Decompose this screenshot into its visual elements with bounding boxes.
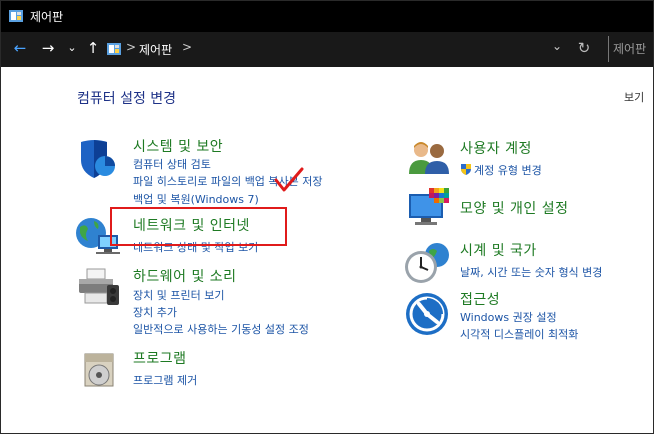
link-change-account-type[interactable]: 계정 유형 변경 [474,162,542,178]
category-clock-region[interactable]: 시계 및 국가 [460,240,537,260]
category-hardware-sound[interactable]: 하드웨어 및 소리 [133,266,237,286]
back-button[interactable]: ← [11,38,29,58]
monitor-palette-icon[interactable] [407,188,451,228]
link-devices-printers[interactable]: 장치 및 프린터 보기 [133,287,224,303]
refresh-button[interactable]: ↻ [574,39,594,59]
up-button[interactable]: ↑ [85,38,101,58]
control-panel-icon [9,10,23,22]
link-windows-recommended-settings[interactable]: Windows 권장 설정 [460,309,557,325]
search-input[interactable] [613,39,653,59]
link-add-device[interactable]: 장치 추가 [133,304,177,320]
address-dropdown-button[interactable]: ⌄ [552,39,562,53]
highlight-box-annotation [110,207,287,246]
window-title: 제어판 [30,10,64,24]
address-bar[interactable]: > 제어판 > ⌄ [104,37,570,61]
recent-locations-button[interactable]: ⌄ [65,38,79,58]
link-change-date-time-format[interactable]: 날짜, 시간 또는 숫자 형식 변경 [460,264,602,280]
search-box[interactable] [608,36,653,62]
category-user-accounts[interactable]: 사용자 계정 [460,138,532,158]
control-panel-icon [107,43,121,55]
clock-globe-icon[interactable] [403,241,451,285]
link-optimize-visual-display[interactable]: 시각적 디스플레이 최적화 [460,326,578,342]
users-icon[interactable] [407,140,451,176]
link-review-status[interactable]: 컴퓨터 상태 검토 [133,156,211,172]
printer-icon[interactable] [77,267,121,307]
breadcrumb-separator[interactable]: > [182,40,192,54]
navigation-bar: ← → ⌄ ↑ > 제어판 > ⌄ ↻ [1,32,653,67]
forward-button[interactable]: → [39,38,57,58]
uac-shield-icon [461,164,471,175]
category-appearance-personalization[interactable]: 모양 및 개인 설정 [460,198,569,218]
view-by-label[interactable]: 보기 [624,89,644,105]
category-ease-of-access[interactable]: 접근성 [460,289,500,309]
shield-icon[interactable] [77,138,117,180]
breadcrumb-control-panel[interactable]: 제어판 [139,41,172,58]
category-system-security[interactable]: 시스템 및 보안 [133,136,223,156]
page-heading: 컴퓨터 설정 변경 [77,91,177,107]
link-mobility-settings[interactable]: 일반적으로 사용하는 기동성 설정 조정 [133,321,309,337]
breadcrumb-separator[interactable]: > [126,40,136,54]
category-programs[interactable]: 프로그램 [133,348,187,368]
control-panel-window: 제어판 ← → ⌄ ↑ > 제어판 > ⌄ ↻ 컴퓨터 설정 변경 보기 [0,0,654,434]
program-disc-icon[interactable] [81,350,117,390]
link-uninstall-program[interactable]: 프로그램 제거 [133,372,197,388]
title-bar: 제어판 [1,1,653,32]
accessibility-icon[interactable] [405,292,449,336]
checkmark-annotation [274,167,304,192]
link-backup-restore[interactable]: 백업 및 복원(Windows 7) [133,191,259,207]
